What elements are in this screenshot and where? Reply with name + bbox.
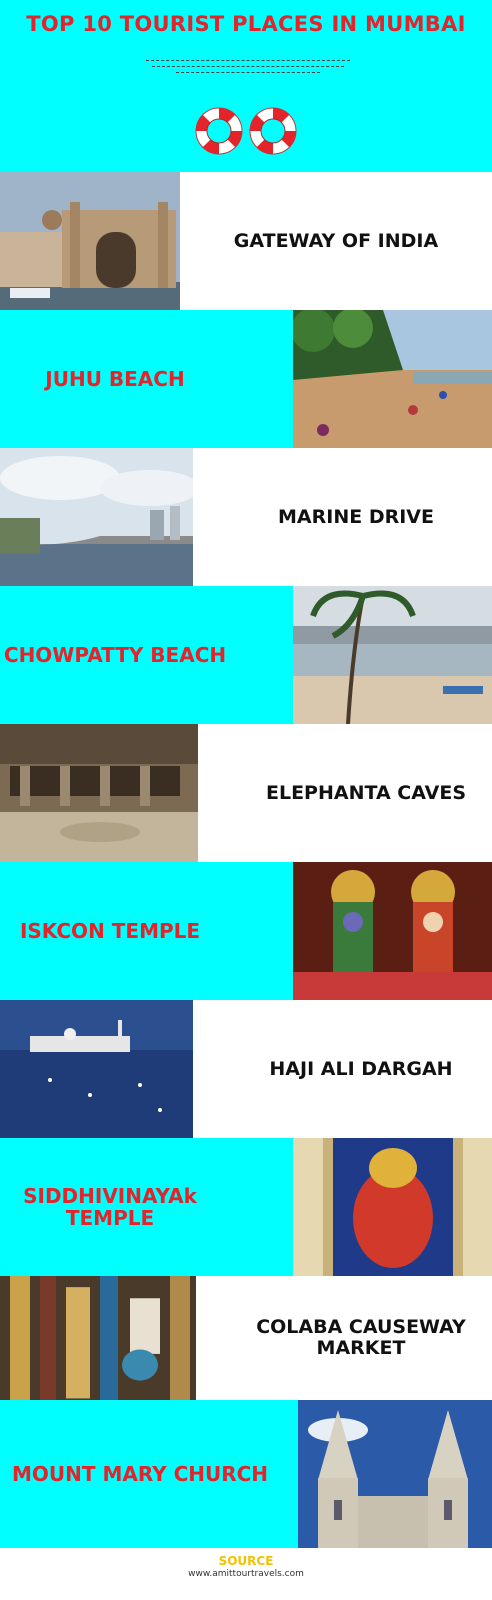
place-name: COLABA CAUSEWAY MARKET — [256, 1316, 466, 1359]
mount-mary-church-photo — [298, 1400, 492, 1548]
elephanta-caves-photo — [0, 724, 198, 862]
haji-ali-dargah-photo — [0, 1000, 193, 1138]
place-name: ISKCON TEMPLE — [19, 919, 201, 943]
place-name: MOUNT MARY CHURCH — [11, 1462, 269, 1486]
gateway-of-india-photo — [0, 172, 180, 310]
iskcon-temple-photo — [293, 862, 492, 1000]
lifebuoy-icon — [193, 104, 301, 158]
place-row-chowpatty-beach: CHOWPATTY BEACH — [0, 586, 492, 724]
place-name: GATEWAY OF INDIA — [233, 229, 439, 252]
source-label: SOURCE — [218, 1554, 274, 1568]
marine-drive-photo — [0, 448, 193, 586]
divider-line — [176, 72, 320, 73]
place-row-marine-drive: MARINE DRIVE — [0, 448, 492, 586]
juhu-beach-photo — [293, 310, 492, 448]
header-banner: TOP 10 TOURIST PLACES IN MUMBAI — [0, 0, 492, 172]
place-name: SIDDHIVINAYAk TEMPLE — [23, 1184, 197, 1230]
place-row-siddhivinayak-temple: SIDDHIVINAYAk TEMPLE — [0, 1138, 492, 1276]
divider-line — [152, 66, 344, 67]
place-name: JUHU BEACH — [45, 367, 185, 391]
colaba-causeway-market-photo — [0, 1276, 196, 1414]
place-name: ELEPHANTA CAVES — [265, 781, 467, 804]
siddhivinayak-temple-photo — [293, 1138, 492, 1276]
place-row-iskcon-temple: ISKCON TEMPLE — [0, 862, 492, 1000]
place-name: CHOWPATTY BEACH — [3, 643, 227, 667]
source-website-link[interactable]: www.amittourtravels.com — [0, 1569, 492, 1579]
page-title: TOP 10 TOURIST PLACES IN MUMBAI — [26, 12, 466, 36]
place-row-gateway-of-india: GATEWAY OF INDIA — [0, 172, 492, 310]
divider-line — [146, 60, 350, 61]
place-row-colaba-causeway-market: COLABA CAUSEWAY MARKET — [0, 1276, 492, 1414]
place-row-haji-ali-dargah: HAJI ALI DARGAH — [0, 1000, 492, 1138]
place-name: MARINE DRIVE — [278, 505, 434, 528]
place-row-juhu-beach: JUHU BEACH — [0, 310, 492, 448]
source-footer: SOURCE www.amittourtravels.com — [0, 1548, 492, 1600]
place-row-elephanta-caves: ELEPHANTA CAVES — [0, 724, 492, 862]
chowpatty-beach-photo — [293, 586, 492, 724]
place-name: HAJI ALI DARGAH — [269, 1057, 453, 1080]
place-row-mount-mary-church: MOUNT MARY CHURCH — [0, 1400, 492, 1548]
